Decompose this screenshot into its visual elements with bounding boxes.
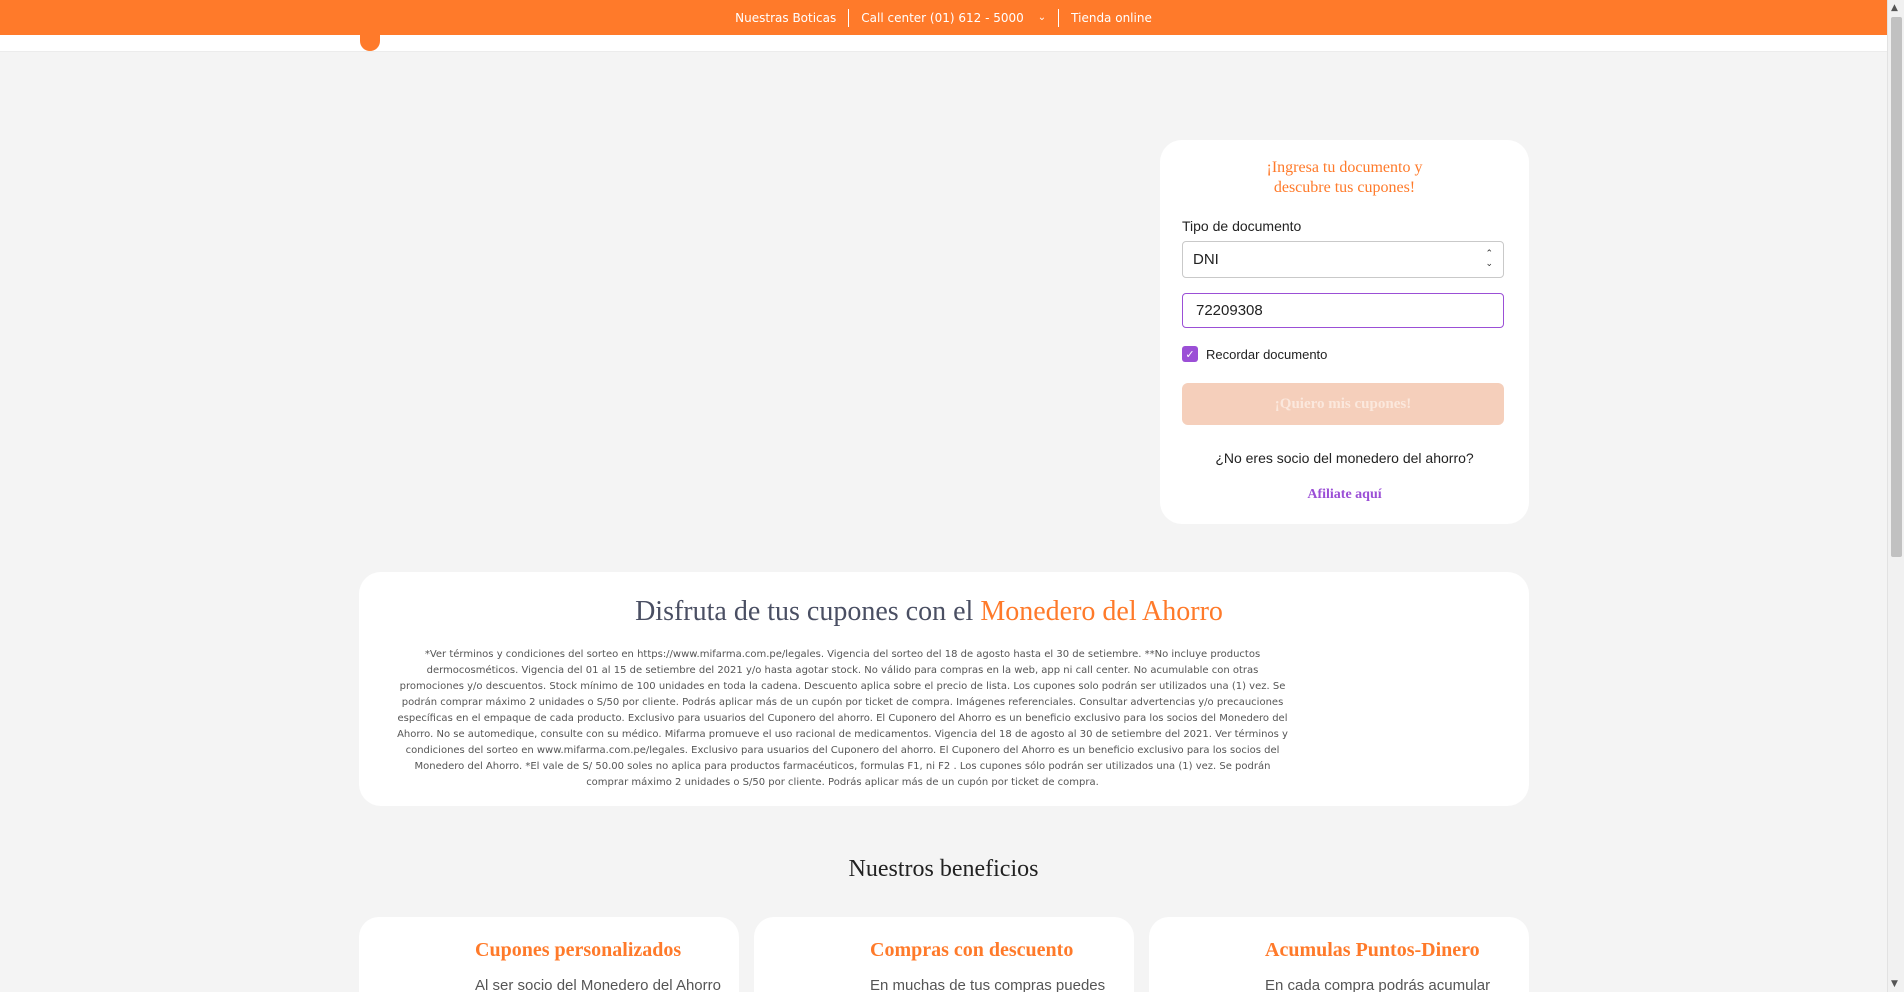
remember-checkbox[interactable]: ✓ [1182, 346, 1198, 362]
benefit-title: Cupones personalizados [475, 939, 682, 961]
info-title-accent: Monedero del Ahorro [980, 596, 1223, 627]
document-type-label: Tipo de documento [1182, 218, 1302, 234]
remember-label: Recordar documento [1206, 346, 1328, 362]
header-strip [0, 35, 1887, 52]
benefit-title: Acumulas Puntos-Dinero [1265, 939, 1480, 961]
scrollbar-thumb[interactable] [1891, 17, 1902, 557]
benefit-description: Al ser socio del Monedero del Ahorro [475, 977, 721, 992]
benefit-description: En muchas de tus compras puedes [870, 977, 1106, 992]
login-title: ¡Ingresa tu documento y descubre tus cup… [1160, 158, 1529, 198]
chevron-down-icon[interactable]: ⌄ [1038, 12, 1046, 23]
benefit-description: En cada compra podrás acumular [1265, 977, 1491, 992]
not-member-text: ¿No eres socio del monedero del ahorro? [1215, 450, 1474, 466]
benefits-heading: Nuestros beneficios [848, 856, 1039, 882]
legal-terms: *Ver términos y condiciones del sorteo e… [397, 649, 1288, 788]
affiliate-link[interactable]: Afiliate aquí [1160, 487, 1529, 503]
info-title: Disfruta de tus cupones con el Monedero … [359, 596, 1499, 628]
login-title-line: descubre tus cupones! [1273, 179, 1416, 196]
remember-document[interactable]: ✓ Recordar documento [1182, 346, 1327, 362]
info-card: Disfruta de tus cupones con el Monedero … [359, 572, 1529, 806]
document-number-input[interactable] [1182, 293, 1504, 328]
stores-link[interactable]: Nuestras Boticas [723, 9, 848, 27]
menu-tab[interactable] [360, 30, 380, 51]
coupon-login-card: ¡Ingresa tu documento y descubre tus cup… [1160, 140, 1529, 524]
scroll-down-icon[interactable]: ▼ [1891, 979, 1898, 989]
get-coupons-button[interactable]: ¡Quiero mis cupones! [1182, 383, 1504, 425]
info-title-prefix: Disfruta de tus cupones con el [635, 596, 981, 627]
benefit-card: Cupones personalizados Al ser socio del … [359, 917, 739, 992]
online-store-link[interactable]: Tienda online [1059, 9, 1164, 27]
scroll-up-icon[interactable]: ▲ [1891, 3, 1898, 13]
document-type-select[interactable]: DNI ⌃ ⌄ [1182, 241, 1504, 278]
login-title-line: ¡Ingresa tu documento y [1266, 159, 1423, 176]
benefit-title: Compras con descuento [870, 939, 1074, 961]
call-center-link[interactable]: Call center (01) 612 - 5000 ⌄ [849, 9, 1058, 27]
page-scrollbar[interactable]: ▲ ▼ [1887, 0, 1904, 992]
benefit-card: Acumulas Puntos-Dinero En cada compra po… [1149, 917, 1529, 992]
call-center-label: Call center (01) 612 - 5000 [861, 10, 1024, 25]
top-bar: Nuestras Boticas Call center (01) 612 - … [0, 0, 1887, 35]
benefit-card: Compras con descuento En muchas de tus c… [754, 917, 1134, 992]
document-type-value: DNI [1193, 251, 1219, 268]
select-arrows-icon: ⌃ ⌄ [1485, 248, 1493, 268]
